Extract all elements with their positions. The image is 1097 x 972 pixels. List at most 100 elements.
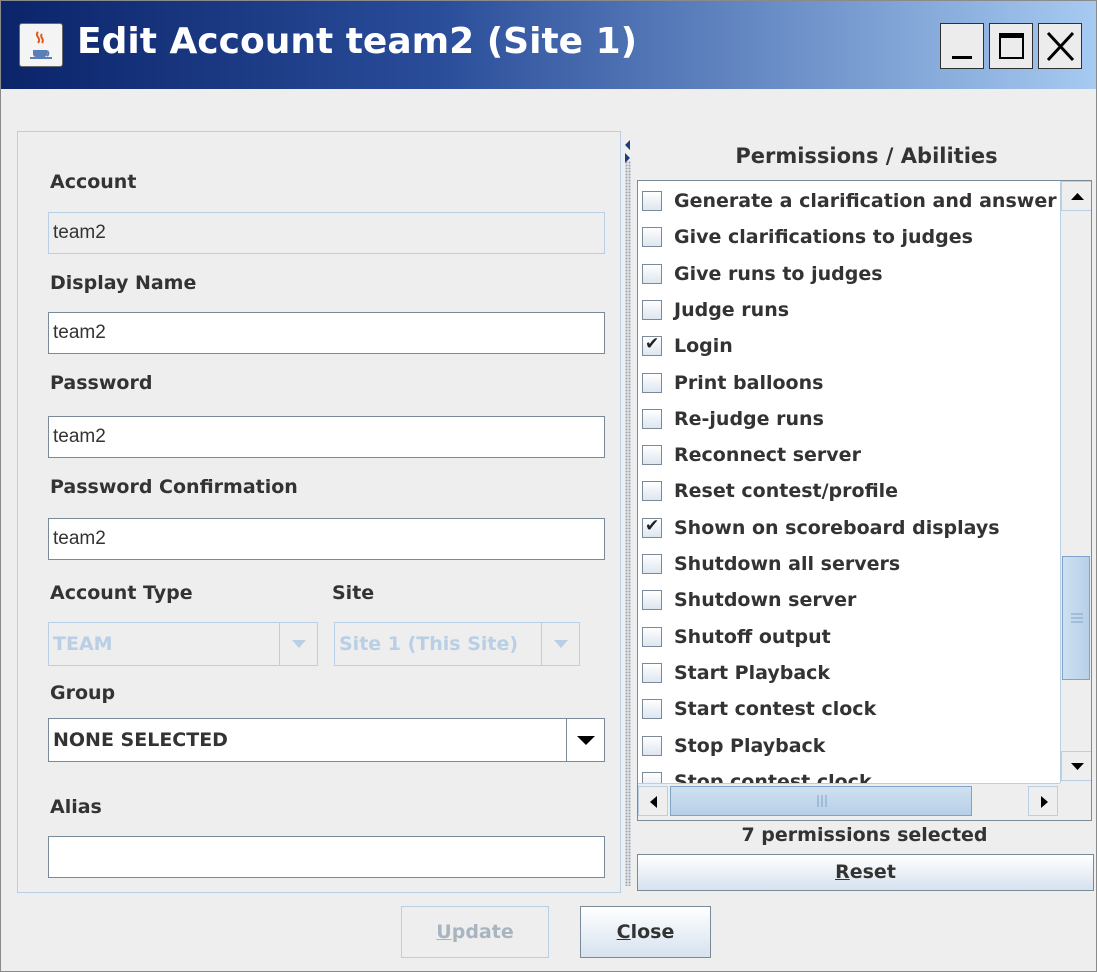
permission-label: Re-judge runs [674, 407, 824, 430]
permissions-title: Permissions / Abilities [735, 144, 998, 168]
permission-item[interactable]: Stop Playback [642, 728, 1060, 764]
title-bar[interactable]: Edit Account team2 (Site 1) [1, 1, 1096, 89]
close-button[interactable]: Close [580, 906, 711, 958]
permission-item[interactable]: Start contest clock [642, 691, 1060, 727]
permission-item[interactable]: Re-judge runs [642, 401, 1060, 437]
reset-button[interactable]: Reset [637, 854, 1094, 891]
minimize-button[interactable] [940, 23, 984, 69]
permission-checkbox[interactable] [642, 590, 662, 611]
grip-icon [817, 795, 827, 807]
permission-item[interactable]: Give runs to judges [642, 256, 1060, 292]
permission-item[interactable]: Shutoff output [642, 619, 1060, 655]
permission-checkbox[interactable] [642, 481, 662, 502]
horizontal-scroll-thumb[interactable] [670, 786, 972, 816]
permission-item[interactable]: Generate a clarification and answer [642, 183, 1060, 219]
scroll-down-button[interactable] [1061, 751, 1091, 781]
arrow-down-icon [1071, 763, 1084, 770]
permission-label: Shutdown server [674, 589, 857, 612]
group-label: Group [50, 682, 116, 704]
permission-checkbox[interactable] [642, 445, 662, 466]
horizontal-scrollbar[interactable] [638, 783, 1060, 820]
scroll-corner [1060, 783, 1091, 820]
permissions-count: 7 permissions selected [741, 824, 988, 846]
permission-item[interactable]: Reconnect server [642, 437, 1060, 473]
permission-checkbox[interactable] [642, 699, 662, 720]
permission-item[interactable]: Shutdown all servers [642, 546, 1060, 582]
password-label: Password [50, 372, 153, 394]
arrow-right-icon [1041, 796, 1048, 808]
permission-label: Reconnect server [674, 444, 861, 467]
password-field[interactable]: team2 [48, 416, 605, 458]
permission-checkbox[interactable] [642, 735, 662, 756]
permission-label: Give clarifications to judges [674, 226, 973, 249]
site-value: Site 1 (This Site) [339, 633, 519, 655]
edit-account-window: Edit Account team2 (Site 1) Account team… [0, 0, 1097, 972]
permission-checkbox[interactable] [642, 191, 662, 211]
permission-checkbox[interactable] [642, 662, 662, 683]
dialog-button-bar: Update Close [1, 893, 1096, 971]
vertical-scroll-thumb[interactable] [1062, 556, 1090, 680]
permission-checkbox[interactable] [642, 516, 662, 538]
site-label: Site [332, 582, 375, 604]
scroll-right-button[interactable] [1028, 786, 1058, 816]
minimize-icon [952, 56, 972, 59]
permission-label: Judge runs [674, 298, 790, 321]
scroll-up-button[interactable] [1061, 181, 1091, 211]
account-type-value: TEAM [53, 633, 113, 655]
group-select[interactable]: NONE SELECTED [48, 718, 605, 762]
permission-label: Login [674, 335, 733, 358]
permission-checkbox[interactable] [642, 554, 662, 574]
password-confirmation-field[interactable]: team2 [48, 518, 605, 560]
update-button[interactable]: Update [401, 906, 549, 958]
group-value: NONE SELECTED [53, 729, 228, 751]
maximize-button[interactable] [989, 23, 1033, 69]
permission-label: Shown on scoreboard displays [674, 516, 1000, 539]
permission-item[interactable]: Stop contest clock [642, 764, 1060, 783]
permission-checkbox[interactable] [642, 334, 662, 357]
close-mnemonic: C [616, 921, 631, 943]
chevron-down-icon [279, 623, 317, 665]
permissions-list[interactable]: Generate a clarification and answer Give … [637, 180, 1092, 821]
permission-item[interactable]: Print balloons [642, 365, 1060, 401]
permission-item[interactable]: Start Playback [642, 655, 1060, 691]
permission-label: Start contest clock [674, 698, 877, 721]
permission-label: Shutdown all servers [674, 553, 901, 575]
permissions-list-viewport: Generate a clarification and answer Give … [638, 181, 1060, 783]
permission-label: Start Playback [674, 661, 831, 684]
permissions-panel: Permissions / Abilities Generate a clari… [637, 131, 1096, 893]
permission-checkbox[interactable] [642, 771, 662, 783]
update-mnemonic: U [436, 921, 452, 943]
scroll-left-button[interactable] [638, 786, 668, 816]
permission-item[interactable]: Shown on scoreboard displays [642, 510, 1060, 546]
vertical-scrollbar[interactable] [1060, 181, 1091, 783]
permission-label: Shutoff output [674, 625, 831, 648]
display-name-field[interactable]: team2 [48, 312, 605, 354]
site-select: Site 1 (This Site) [334, 622, 580, 666]
chevron-down-icon[interactable] [566, 719, 604, 761]
permission-checkbox[interactable] [642, 227, 662, 248]
permission-item[interactable]: Login [642, 328, 1060, 364]
close-window-button[interactable] [1038, 23, 1082, 69]
alias-field[interactable] [48, 836, 605, 878]
close-label: lose [630, 921, 675, 943]
chevron-down-icon [541, 623, 579, 665]
account-type-select: TEAM [48, 622, 318, 666]
account-label: Account [50, 171, 137, 193]
permission-checkbox[interactable] [642, 408, 662, 429]
permission-checkbox[interactable] [642, 372, 662, 393]
account-field: team2 [48, 212, 605, 254]
close-icon [1046, 31, 1075, 62]
permission-item[interactable]: Judge runs [642, 292, 1060, 328]
permission-checkbox[interactable] [642, 626, 662, 647]
permission-item[interactable]: Shutdown server [642, 582, 1060, 618]
permission-checkbox[interactable] [642, 263, 662, 284]
arrow-left-icon [650, 796, 657, 808]
permission-item[interactable]: Reset contest/profile [642, 473, 1060, 509]
java-coffee-cup-icon[interactable] [19, 23, 63, 67]
window-title: Edit Account team2 (Site 1) [77, 21, 638, 62]
permission-item[interactable]: Give clarifications to judges [642, 219, 1060, 255]
maximize-icon [999, 33, 1024, 59]
permission-label: Stop Playback [674, 734, 826, 757]
permission-checkbox[interactable] [642, 299, 662, 320]
split-pane-divider[interactable] [621, 131, 635, 893]
